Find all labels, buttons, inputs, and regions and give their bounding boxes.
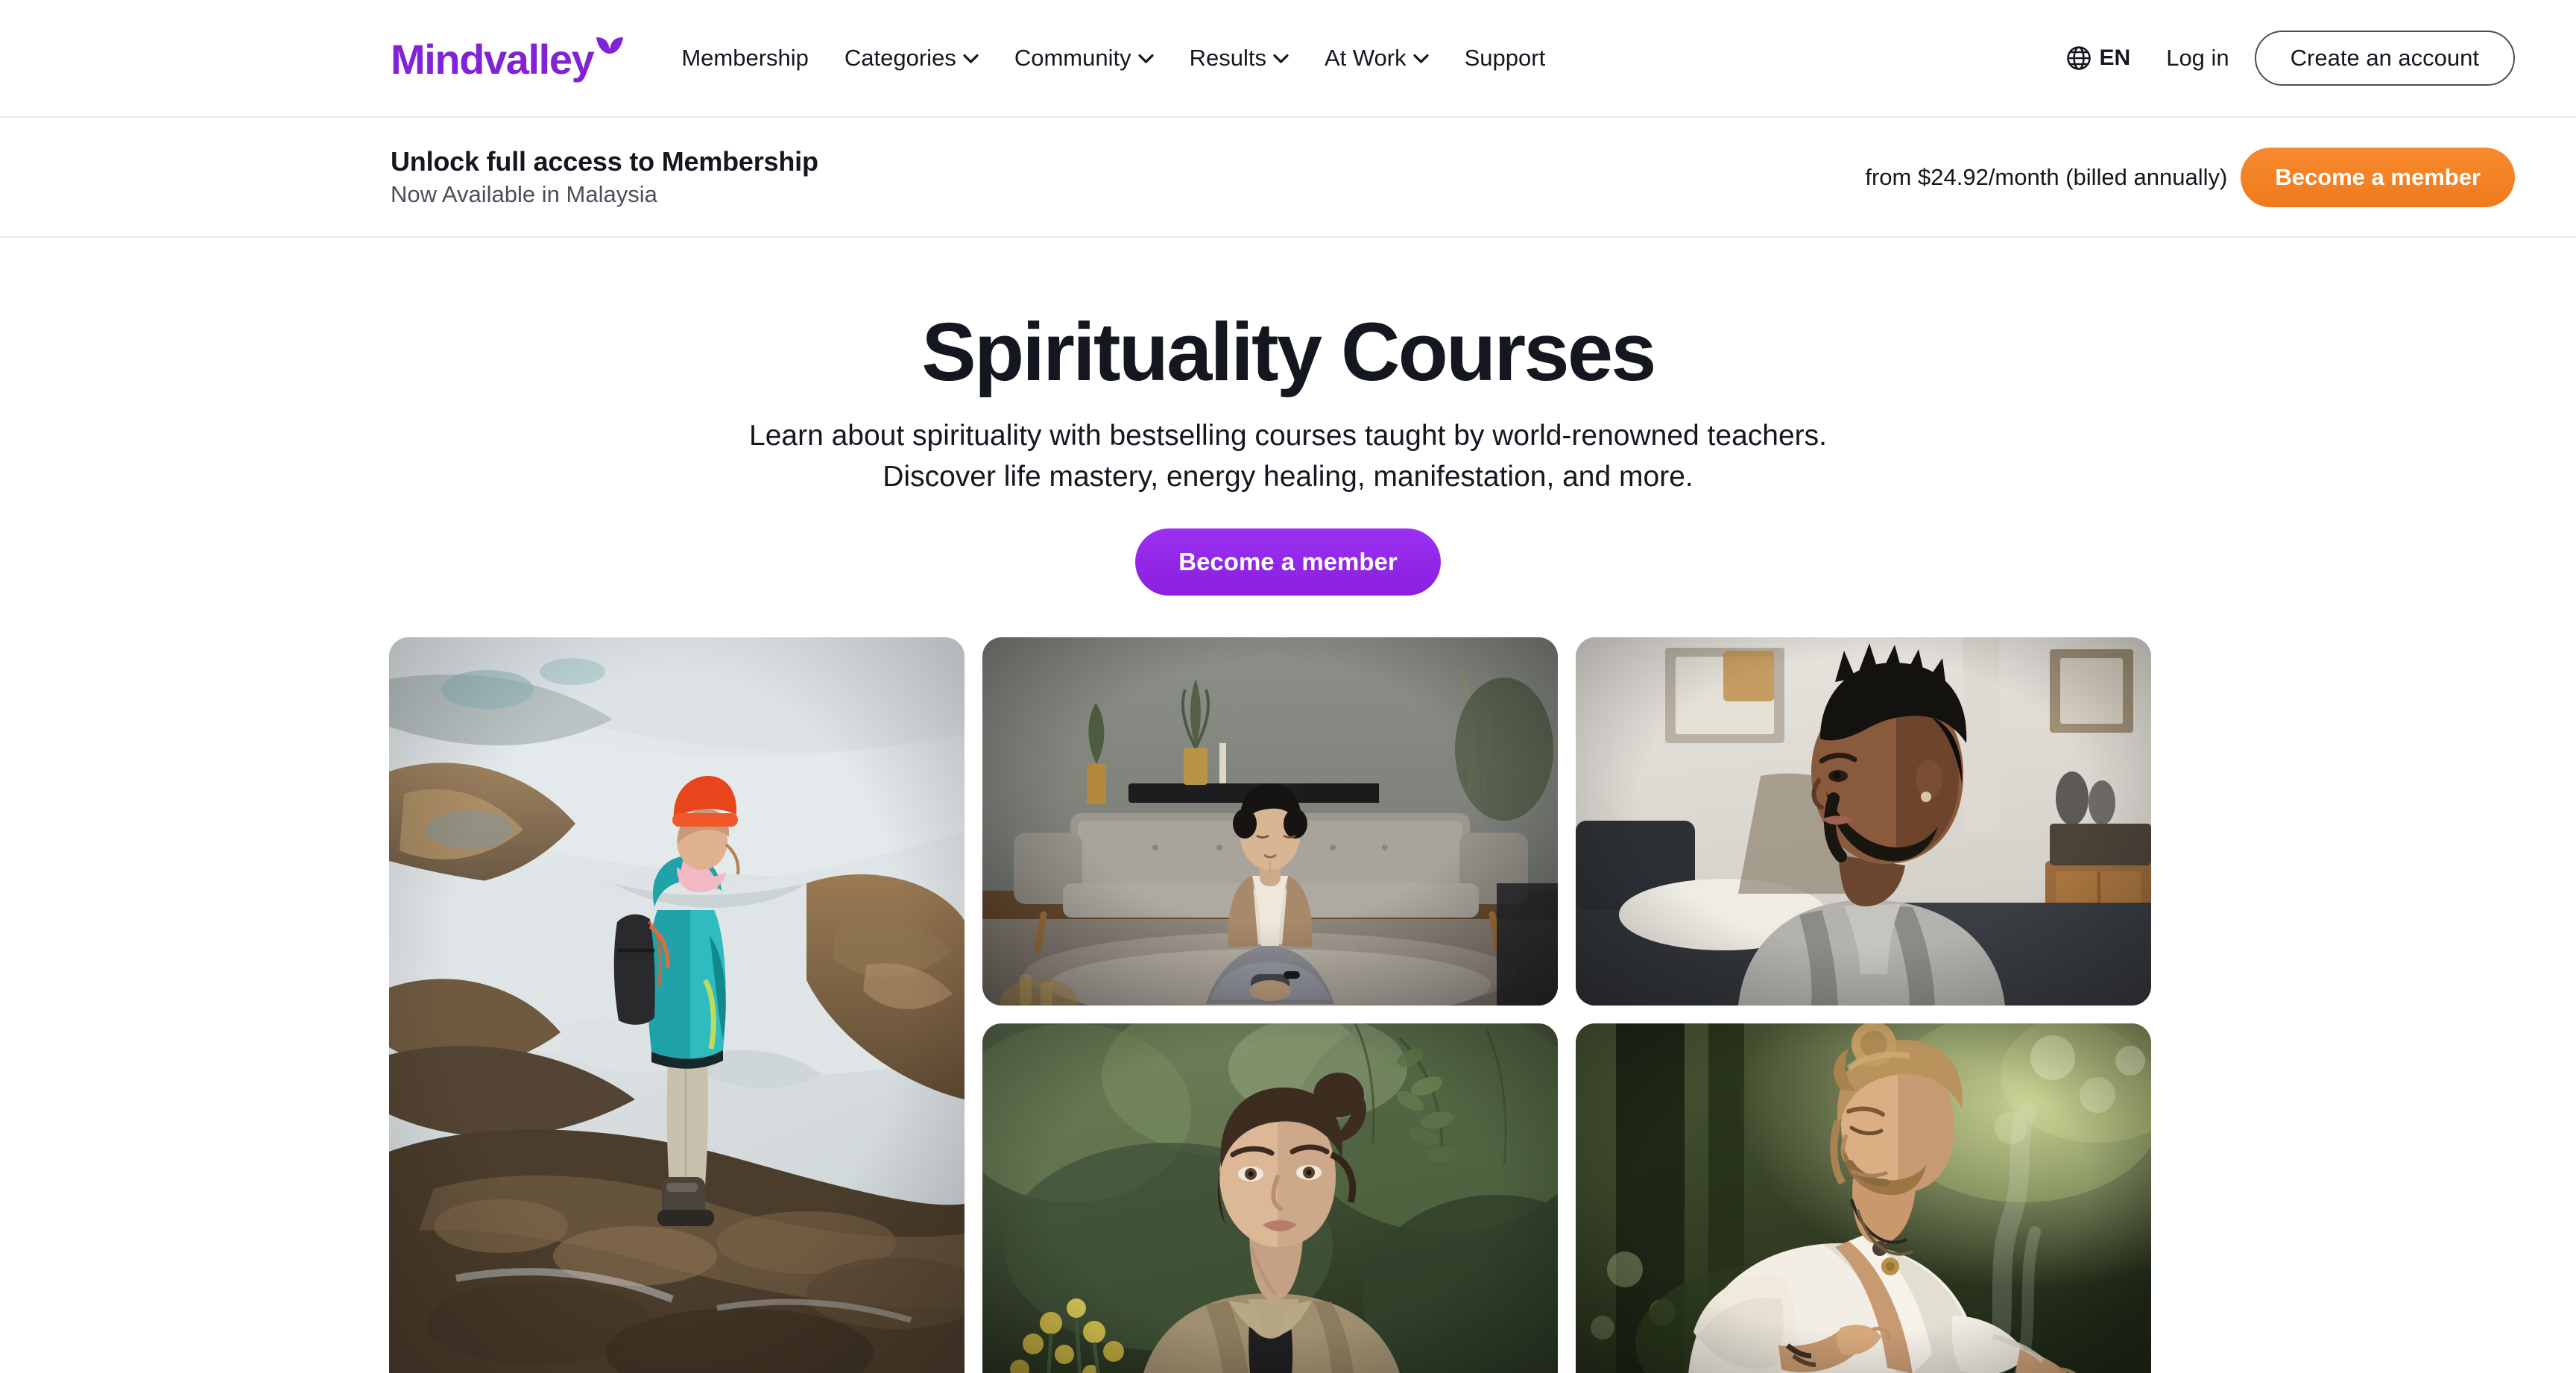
gallery-image-man-contemplating-indoors[interactable]: [1576, 637, 2151, 1006]
chevron-down-icon: [1413, 54, 1429, 63]
login-link[interactable]: Log in: [2141, 45, 2254, 72]
nav-item-label: Membership: [681, 45, 809, 71]
hero-image-gallery: [389, 637, 2187, 1373]
primary-nav-links: Membership Categories Community Results …: [663, 45, 1563, 72]
mindvalley-logo[interactable]: Mindvalley: [391, 36, 625, 83]
nav-item-at-work[interactable]: At Work: [1307, 45, 1447, 72]
hero-section: Spirituality Courses Learn about spiritu…: [0, 238, 2576, 596]
nav-item-label: Support: [1464, 45, 1546, 71]
nav-item-label: Results: [1189, 45, 1266, 71]
gallery-image-woman-meditating-living-room[interactable]: [982, 637, 1558, 1006]
man-contemplating-indoors-illustration: [1576, 637, 2151, 1006]
globe-icon: [2066, 46, 2091, 70]
leaf-chevron-icon: [596, 37, 624, 54]
promo-text-group: Unlock full access to Membership Now Ava…: [391, 146, 818, 208]
nav-item-categories[interactable]: Categories: [827, 45, 997, 72]
promo-price-text: from $24.92/month (billed annually): [1865, 163, 2228, 190]
nav-item-community[interactable]: Community: [997, 45, 1172, 72]
man-energy-healing-forest-illustration: [1576, 1023, 2151, 1373]
nav-item-membership[interactable]: Membership: [663, 45, 827, 72]
gallery-image-woman-in-garden[interactable]: [982, 1023, 1558, 1373]
woman-in-garden-illustration: [982, 1023, 1558, 1373]
create-account-button[interactable]: Create an account: [2254, 31, 2515, 86]
hero-subtitle: Learn about spirituality with bestsellin…: [0, 415, 2576, 498]
woman-meditating-living-room-illustration: [982, 637, 1558, 1006]
promo-banner: Unlock full access to Membership Now Ava…: [0, 118, 2576, 238]
hero-cta-wrapper: Become a member: [0, 528, 2576, 596]
hero-subtitle-line-1: Learn about spirituality with bestsellin…: [749, 419, 1827, 452]
hero-become-member-button[interactable]: Become a member: [1135, 528, 1441, 596]
nav-item-support[interactable]: Support: [1447, 45, 1564, 72]
language-label: EN: [2099, 45, 2131, 70]
page-title: Spirituality Courses: [921, 306, 1656, 398]
promo-action-group: from $24.92/month (billed annually) Beco…: [1865, 147, 2515, 207]
nav-item-label: At Work: [1324, 45, 1407, 71]
chevron-down-icon: [963, 54, 979, 63]
gallery-image-man-energy-healing-forest[interactable]: [1576, 1023, 2151, 1373]
promo-subtitle: Now Available in Malaysia: [391, 181, 657, 207]
nav-item-label: Categories: [844, 45, 956, 71]
nav-item-results[interactable]: Results: [1172, 45, 1307, 72]
hero-subtitle-line-2: Discover life mastery, energy healing, m…: [883, 460, 1693, 493]
top-navigation-bar: Mindvalley Membership Categories Communi…: [0, 0, 2576, 118]
nav-right-actions: EN Log in Create an account: [2056, 31, 2515, 86]
gallery-image-hiker-snowy-mountain[interactable]: [389, 637, 965, 1373]
nav-item-label: Community: [1014, 45, 1131, 71]
chevron-down-icon: [1137, 54, 1154, 63]
logo-text: Mindvalley: [391, 36, 595, 83]
language-selector[interactable]: EN: [2056, 45, 2141, 71]
chevron-down-icon: [1273, 54, 1289, 63]
hiker-snowy-mountain-illustration: [389, 637, 965, 1373]
promo-title: Unlock full access to Membership: [391, 146, 818, 177]
promo-become-member-button[interactable]: Become a member: [2241, 147, 2515, 207]
